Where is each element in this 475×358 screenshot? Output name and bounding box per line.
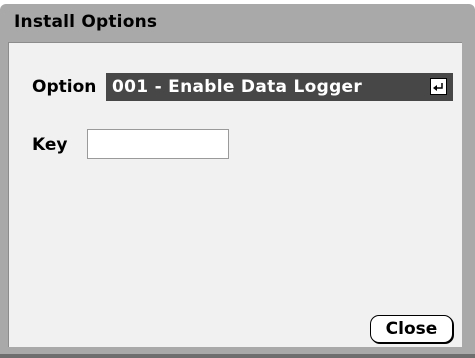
dialog-body: Option 001 - Enable Data Logger Key Clos… (8, 42, 462, 347)
enter-icon-glyph (433, 82, 443, 91)
option-select[interactable]: 001 - Enable Data Logger (106, 73, 453, 101)
dialog-title: Install Options (14, 12, 158, 32)
close-button[interactable]: Close (370, 315, 453, 343)
install-options-dialog: Install Options Option 001 - Enable Data… (0, 4, 475, 358)
key-label: Key (32, 135, 68, 155)
option-label: Option (32, 77, 97, 97)
option-select-value: 001 - Enable Data Logger (112, 77, 363, 97)
key-input[interactable] (87, 129, 229, 159)
enter-icon[interactable] (430, 78, 447, 95)
dialog-titlebar: Install Options (2, 4, 469, 40)
dialog-bottom-edge (0, 354, 475, 358)
